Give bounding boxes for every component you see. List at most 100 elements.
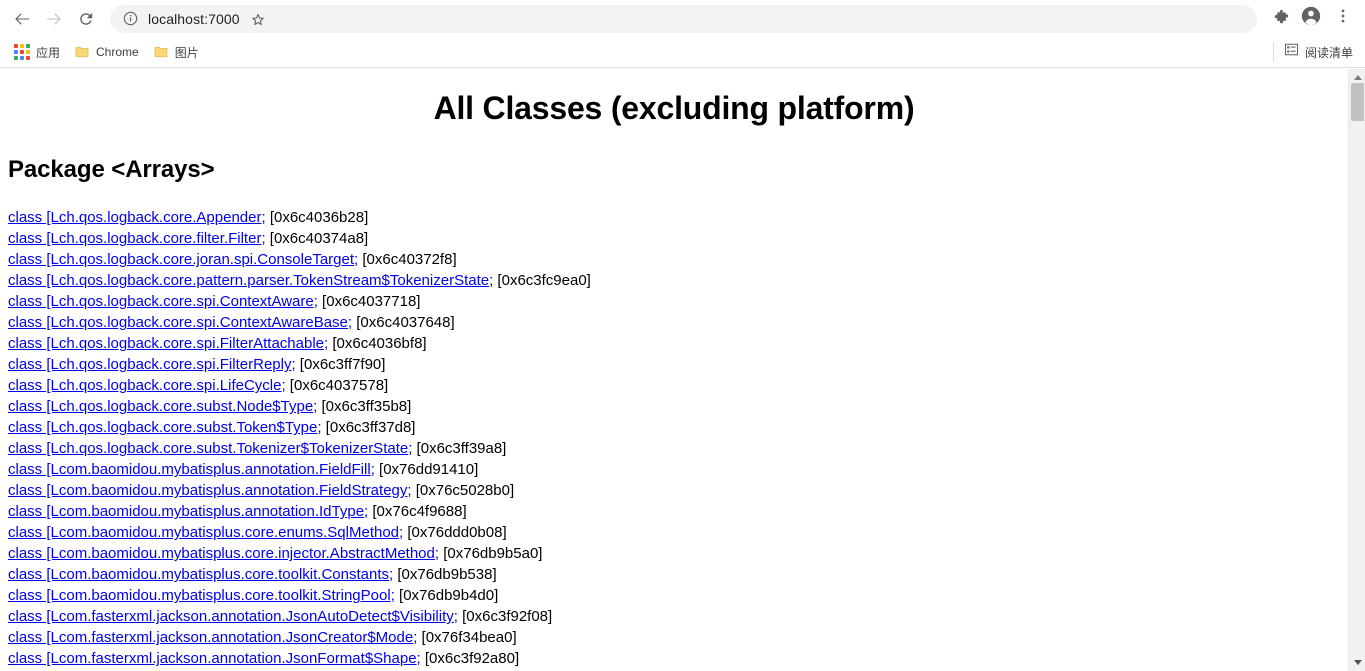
- class-link[interactable]: class [Lcom.fasterxml.jackson.annotation…: [8, 608, 458, 625]
- class-entry-row: class [Lcom.baomidou.mybatisplus.core.to…: [8, 564, 1340, 585]
- class-address: [0x6c3f92f08]: [457, 608, 553, 626]
- class-entry-row: class [Lch.qos.logback.core.spi.LifeCycl…: [8, 375, 1340, 396]
- class-entry-row: class [Lch.qos.logback.core.subst.Tokeni…: [8, 438, 1340, 459]
- class-link[interactable]: class [Lch.qos.logback.core.Appender;: [8, 209, 266, 226]
- class-address: [0x76c4f9688]: [368, 503, 467, 521]
- class-link[interactable]: class [Lch.qos.logback.core.filter.Filte…: [8, 230, 266, 247]
- scrollbar-thumb[interactable]: [1351, 83, 1364, 121]
- back-button[interactable]: [8, 5, 36, 33]
- class-address: [0x76db9b4d0]: [394, 587, 499, 605]
- class-address: [0x6c4037648]: [352, 314, 455, 332]
- class-entry-row: class [Lcom.baomidou.mybatisplus.annotat…: [8, 480, 1340, 501]
- folder-icon: [153, 44, 169, 60]
- class-entry-row: class [Lch.qos.logback.core.subst.Node$T…: [8, 396, 1340, 417]
- class-link[interactable]: class [Lch.qos.logback.core.spi.FilterRe…: [8, 356, 296, 373]
- class-link[interactable]: class [Lch.qos.logback.core.joran.spi.Co…: [8, 251, 358, 268]
- bookmark-folder-images[interactable]: 图片: [149, 40, 207, 64]
- class-entry-row: class [Lch.qos.logback.core.spi.ContextA…: [8, 291, 1340, 312]
- vertical-scrollbar[interactable]: [1348, 69, 1365, 671]
- extensions-puzzle-icon: [1270, 7, 1289, 31]
- class-address: [0x6c4037578]: [285, 377, 389, 395]
- class-entry-row: class [Lch.qos.logback.core.Appender; [0…: [8, 207, 1340, 228]
- class-link[interactable]: class [Lch.qos.logback.core.spi.ContextA…: [8, 293, 318, 310]
- class-entry-row: class [Lch.qos.logback.core.filter.Filte…: [8, 228, 1340, 249]
- class-link-text: class [Lcom.baomidou.mybatisplus.core.en…: [8, 524, 400, 542]
- folder-icon: [74, 44, 90, 60]
- reload-icon: [76, 9, 96, 29]
- class-link[interactable]: class [Lch.qos.logback.core.subst.Tokeni…: [8, 440, 412, 457]
- class-link[interactable]: class [Lch.qos.logback.core.pattern.pars…: [8, 272, 493, 289]
- class-entry-row: class [Lcom.fasterxml.jackson.annotation…: [8, 648, 1340, 669]
- class-link-text: class [Lcom.baomidou.mybatisplus.core.in…: [8, 545, 435, 563]
- star-icon[interactable]: [248, 9, 268, 29]
- class-entry-row: class [Lcom.fasterxml.jackson.annotation…: [8, 606, 1340, 627]
- forward-button[interactable]: [40, 5, 68, 33]
- reload-button[interactable]: [72, 5, 100, 33]
- bookmark-apps-label: 应用: [36, 45, 61, 60]
- page-content: All Classes (excluding platform) Package…: [0, 69, 1348, 671]
- class-link-text: class [Lcom.baomidou.mybatisplus.annotat…: [8, 461, 371, 479]
- class-link[interactable]: class [Lch.qos.logback.core.spi.ContextA…: [8, 314, 352, 331]
- class-address: [0x6c4037718]: [317, 293, 421, 311]
- class-entry-row: class [Lcom.baomidou.mybatisplus.core.in…: [8, 543, 1340, 564]
- class-address: [0x6c3ff39a8]: [412, 440, 507, 458]
- class-link-text: class [Lch.qos.logback.core.Appender: [8, 209, 262, 227]
- class-link[interactable]: class [Lcom.baomidou.mybatisplus.core.en…: [8, 524, 403, 541]
- class-link[interactable]: class [Lcom.baomidou.mybatisplus.core.to…: [8, 566, 393, 583]
- bookmark-folder-chrome[interactable]: Chrome: [70, 40, 147, 64]
- page-viewport: All Classes (excluding platform) Package…: [0, 69, 1365, 671]
- class-link[interactable]: class [Lcom.baomidou.mybatisplus.annotat…: [8, 503, 368, 520]
- address-bar[interactable]: localhost:7000: [110, 4, 1257, 33]
- class-link-text: class [Lch.qos.logback.core.spi.LifeCycl…: [8, 377, 282, 395]
- class-link-text: class [Lch.qos.logback.core.subst.Tokeni…: [8, 440, 409, 458]
- class-address: [0x76f34bea0]: [417, 629, 517, 647]
- class-link-text: class [Lcom.fasterxml.jackson.annotation…: [8, 608, 454, 626]
- class-link[interactable]: class [Lch.qos.logback.core.subst.Token$…: [8, 419, 322, 436]
- class-entry-row: class [Lch.qos.logback.core.joran.spi.Co…: [8, 249, 1340, 270]
- arrow-left-icon: [12, 9, 32, 29]
- class-link[interactable]: class [Lch.qos.logback.core.spi.LifeCycl…: [8, 377, 286, 394]
- reading-list-button[interactable]: 阅读清单: [1272, 42, 1357, 62]
- scrollbar-down-arrow[interactable]: [1349, 654, 1365, 671]
- browser-window: localhost:7000 应用 Chrome 图片 阅读清单 All Cla…: [0, 0, 1365, 671]
- profile-avatar-icon: [1300, 5, 1322, 32]
- class-entry-row: class [Lcom.baomidou.mybatisplus.annotat…: [8, 501, 1340, 522]
- class-link-text: class [Lch.qos.logback.core.subst.Token$…: [8, 419, 318, 437]
- class-entry-row: class [Lcom.baomidou.mybatisplus.annotat…: [8, 459, 1340, 480]
- class-address: [0x6c3ff35b8]: [317, 398, 412, 416]
- class-address: [0x76ddd0b08]: [403, 524, 507, 542]
- class-link[interactable]: class [Lch.qos.logback.core.spi.FilterAt…: [8, 335, 328, 352]
- class-link[interactable]: class [Lcom.fasterxml.jackson.annotation…: [8, 629, 417, 646]
- class-entry-row: class [Lcom.baomidou.mybatisplus.core.to…: [8, 585, 1340, 606]
- chevron-down-icon: [1353, 660, 1362, 665]
- bookmark-folder-images-label: 图片: [174, 45, 199, 60]
- class-link[interactable]: class [Lcom.fasterxml.jackson.annotation…: [8, 650, 421, 667]
- class-link[interactable]: class [Lcom.baomidou.mybatisplus.core.in…: [8, 545, 439, 562]
- class-link[interactable]: class [Lcom.baomidou.mybatisplus.core.to…: [8, 587, 395, 604]
- class-entry-row: class [Lch.qos.logback.core.spi.FilterRe…: [8, 354, 1340, 375]
- class-link-text: class [Lcom.baomidou.mybatisplus.annotat…: [8, 503, 365, 521]
- class-link[interactable]: class [Lcom.baomidou.mybatisplus.annotat…: [8, 482, 412, 499]
- arrow-right-icon: [44, 9, 64, 29]
- class-link-text: class [Lcom.fasterxml.jackson.annotation…: [8, 650, 417, 668]
- class-entry-row: class [Lch.qos.logback.core.spi.ContextA…: [8, 312, 1340, 333]
- class-address: [0x76db9b5a0]: [439, 545, 543, 563]
- class-address: [0x6c40372f8]: [358, 251, 457, 269]
- class-address: [0x76db9b538]: [393, 566, 497, 584]
- class-address: [0x6c3fc9ea0]: [493, 272, 591, 290]
- class-entry-row: class [Lcom.fasterxml.jackson.annotation…: [8, 627, 1340, 648]
- class-entry-row: class [Lcom.baomidou.mybatisplus.core.en…: [8, 522, 1340, 543]
- more-menu-icon: [1334, 7, 1352, 30]
- bookmark-apps[interactable]: 应用: [10, 40, 68, 64]
- class-link-text: class [Lcom.fasterxml.jackson.annotation…: [8, 629, 414, 647]
- class-entry-row: class [Lch.qos.logback.core.spi.FilterAt…: [8, 333, 1340, 354]
- class-link[interactable]: class [Lch.qos.logback.core.subst.Node$T…: [8, 398, 317, 415]
- class-address: [0x6c4036b28]: [265, 209, 369, 227]
- profile-button[interactable]: [1297, 5, 1325, 33]
- class-link-text: class [Lch.qos.logback.core.spi.FilterAt…: [8, 335, 324, 353]
- class-link[interactable]: class [Lcom.baomidou.mybatisplus.annotat…: [8, 461, 375, 478]
- info-circle-icon[interactable]: [122, 11, 138, 27]
- extensions-button[interactable]: [1265, 5, 1293, 33]
- more-menu-button[interactable]: [1329, 5, 1357, 33]
- url-text: localhost:7000: [148, 10, 240, 27]
